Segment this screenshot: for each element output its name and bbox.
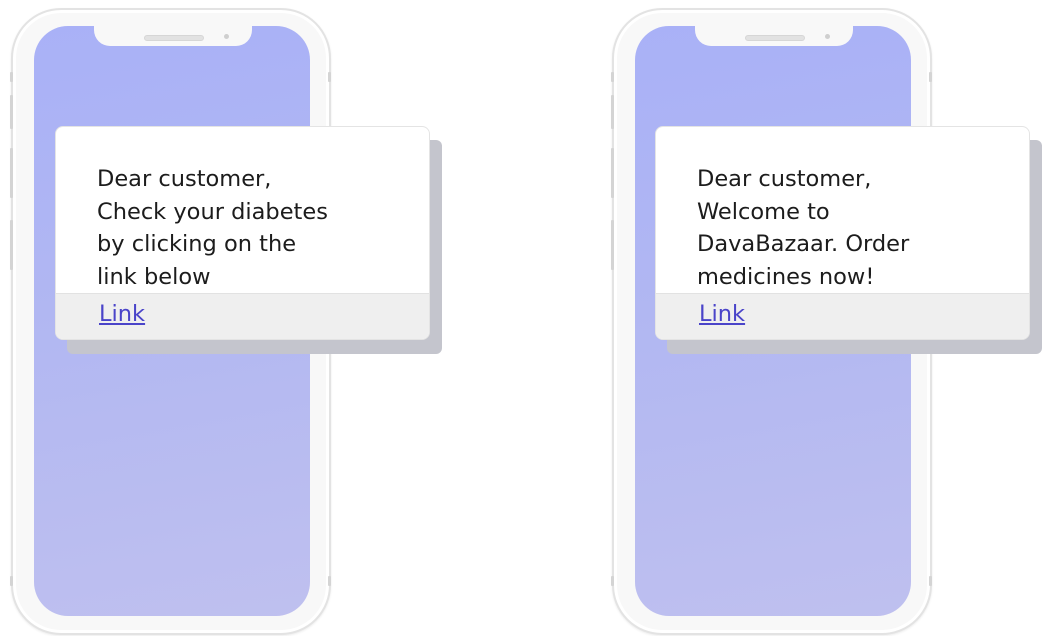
volume-up-button <box>611 95 614 129</box>
volume-down-button <box>611 148 614 198</box>
sms-card-footer: Link <box>56 293 429 339</box>
volume-down-button <box>10 148 13 198</box>
volume-extra-button <box>611 220 614 270</box>
sms-link[interactable]: Link <box>99 301 145 327</box>
sms-message-text: Dear customer, Welcome to DavaBazaar. Or… <box>697 166 910 290</box>
mute-switch <box>10 72 13 82</box>
phone-notch <box>94 26 252 46</box>
volume-up-button <box>10 95 13 129</box>
power-button <box>328 72 331 82</box>
phone-notch <box>695 26 853 46</box>
front-camera-icon <box>224 34 229 39</box>
bottom-left-band <box>611 576 614 586</box>
volume-extra-button <box>10 220 13 270</box>
power-button <box>929 72 932 82</box>
bottom-right-band <box>328 576 331 586</box>
sms-message-card-right: Dear customer, Welcome to DavaBazaar. Or… <box>655 126 1030 340</box>
comparison-stage: Dear customer, Check your diabetes by cl… <box>0 0 1042 636</box>
speaker-grille-icon <box>144 35 204 41</box>
sms-card-footer: Link <box>656 293 1029 339</box>
sms-message-text: Dear customer, Check your diabetes by cl… <box>97 166 328 290</box>
sms-message-card-left: Dear customer, Check your diabetes by cl… <box>55 126 430 340</box>
mute-switch <box>611 72 614 82</box>
bottom-right-band <box>929 576 932 586</box>
speaker-grille-icon <box>745 35 805 41</box>
sms-link[interactable]: Link <box>699 301 745 327</box>
bottom-left-band <box>10 576 13 586</box>
front-camera-icon <box>825 34 830 39</box>
